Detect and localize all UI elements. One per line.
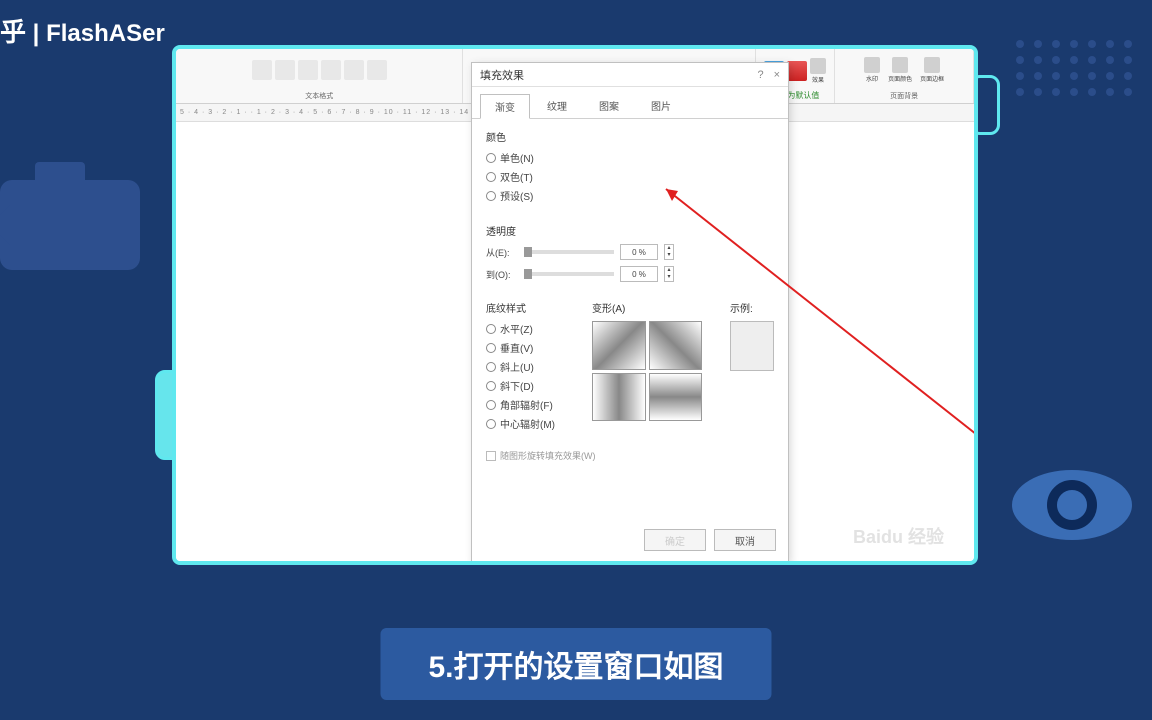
ribbon-generic-button[interactable] xyxy=(298,60,318,80)
page-color-button[interactable]: 页面颜色 xyxy=(888,57,912,83)
to-percent-input[interactable]: 0 % xyxy=(620,266,658,282)
tab-gradient[interactable]: 渐变 xyxy=(480,94,530,119)
radio-center[interactable]: 中心辐射(M) xyxy=(486,416,574,431)
from-label: 从(E): xyxy=(486,246,518,259)
radio-double-color[interactable]: 双色(T) xyxy=(486,169,774,184)
radio-vertical[interactable]: 垂直(V) xyxy=(486,340,574,355)
to-label: 到(O): xyxy=(486,268,518,281)
deco-eye-icon xyxy=(1012,470,1132,540)
deco-camera-icon xyxy=(0,180,140,270)
radio-diag-down[interactable]: 斜下(D) xyxy=(486,378,574,393)
from-spinner[interactable]: ▴▾ xyxy=(664,244,674,260)
variants-label: 变形(A) xyxy=(592,300,702,315)
tab-picture[interactable]: 图片 xyxy=(636,93,686,118)
watermark-zh: 乎 xyxy=(0,17,26,47)
ribbon-generic-button[interactable] xyxy=(275,60,295,80)
screenshot-frame: 格式 审阅 文本格式 xyxy=(172,45,978,565)
radio-preset-color[interactable]: 预设(S) xyxy=(486,188,774,203)
watermark-button[interactable]: 水印 xyxy=(864,57,880,83)
ribbon-generic-button[interactable] xyxy=(367,60,387,80)
tab-pattern[interactable]: 图案 xyxy=(584,93,634,118)
radio-diag-up[interactable]: 斜上(U) xyxy=(486,359,574,374)
from-percent-input[interactable]: 0 % xyxy=(620,244,658,260)
close-icon[interactable]: × xyxy=(774,69,780,81)
from-slider[interactable] xyxy=(524,250,614,254)
baidu-watermark: Baidu 经验 xyxy=(853,523,944,549)
variant-option[interactable] xyxy=(592,373,646,422)
dialog-titlebar: 填充效果 ? × xyxy=(472,63,788,87)
ribbon-group-label-text: 文本格式 xyxy=(305,91,333,101)
help-icon[interactable]: ? xyxy=(757,69,763,81)
ok-button[interactable]: 确定 xyxy=(644,529,706,551)
style-section-label: 底纹样式 xyxy=(486,300,574,315)
dialog-tabs: 渐变 纹理 图案 图片 xyxy=(472,87,788,119)
sample-swatch xyxy=(730,321,774,371)
ribbon-color-button[interactable] xyxy=(787,61,807,81)
ribbon-group-label-pagebg: 页面背景 xyxy=(890,91,918,101)
variant-option[interactable] xyxy=(592,321,646,370)
rotate-fill-checkbox[interactable]: 随图形旋转填充效果(W) xyxy=(486,449,774,462)
cancel-button[interactable]: 取消 xyxy=(714,529,776,551)
to-slider[interactable] xyxy=(524,272,614,276)
transparency-section-label: 透明度 xyxy=(486,223,774,238)
dialog-title-text: 填充效果 xyxy=(480,67,524,83)
variant-grid xyxy=(592,321,702,421)
caption-bar: 5.打开的设置窗口如图 xyxy=(380,628,771,700)
variant-option[interactable] xyxy=(649,321,703,370)
tab-texture[interactable]: 纹理 xyxy=(532,93,582,118)
sample-label: 示例: xyxy=(730,300,774,315)
color-section-label: 颜色 xyxy=(486,129,774,144)
radio-horizontal[interactable]: 水平(Z) xyxy=(486,321,574,336)
watermark-brand: FlashASer xyxy=(46,20,165,47)
fill-effects-dialog: 填充效果 ? × 渐变 纹理 图案 图片 颜色 单色(N) 双色(T) 预设(S… xyxy=(471,62,789,562)
radio-single-color[interactable]: 单色(N) xyxy=(486,150,774,165)
ribbon-generic-button[interactable] xyxy=(321,60,341,80)
to-spinner[interactable]: ▴▾ xyxy=(664,266,674,282)
variant-option[interactable] xyxy=(649,373,703,422)
radio-corner[interactable]: 角部辐射(F) xyxy=(486,397,574,412)
ribbon-generic-button[interactable] xyxy=(344,60,364,80)
ribbon-generic-button[interactable] xyxy=(252,60,272,80)
deco-dots xyxy=(1016,40,1132,96)
page-border-button[interactable]: 页面边框 xyxy=(920,57,944,83)
page-watermark: 乎 | FlashASer xyxy=(0,12,165,49)
ribbon-effect-button[interactable]: 效果 xyxy=(810,58,826,84)
